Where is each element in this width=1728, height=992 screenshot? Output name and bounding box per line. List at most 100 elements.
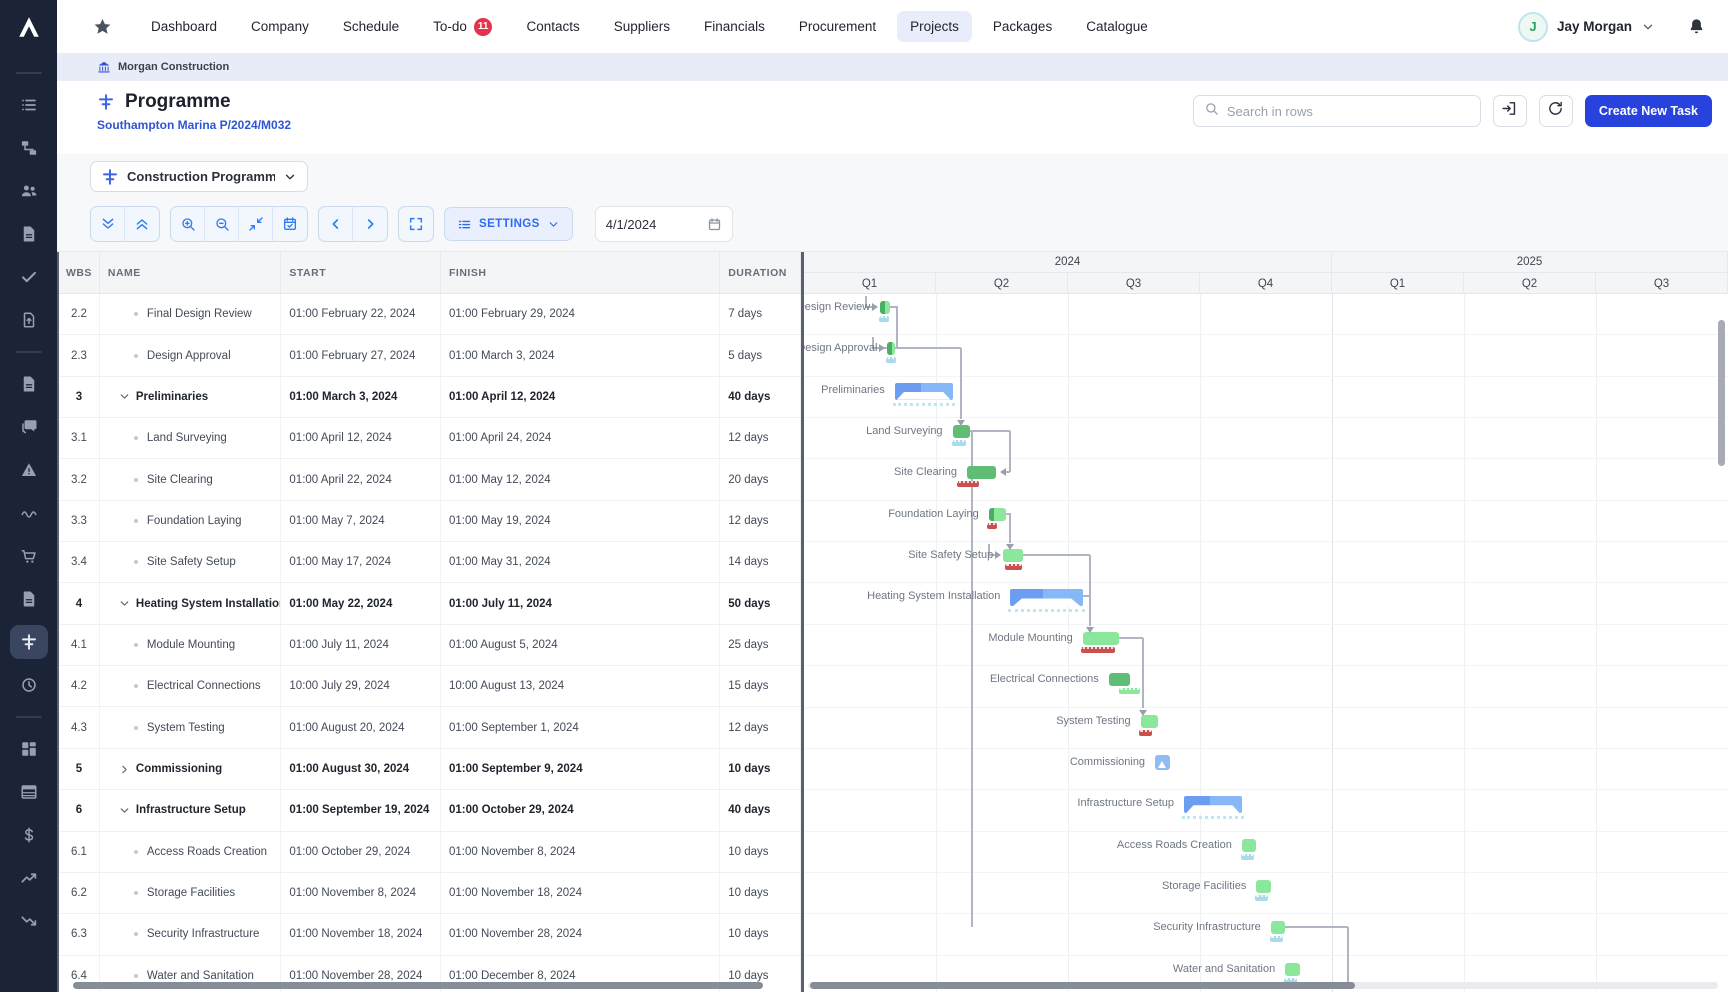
task-name: Foundation Laying	[147, 515, 242, 527]
nav-item-projects[interactable]: Projects	[897, 11, 972, 42]
chevron-down-icon[interactable]	[118, 804, 131, 817]
sidebar-item-document[interactable]	[10, 367, 48, 401]
summary-bar-4[interactable]	[1010, 589, 1082, 606]
task-bar-6.3[interactable]	[1271, 921, 1285, 934]
table-row-4[interactable]: 4Heating System Installation01:00 May 22…	[59, 583, 801, 624]
sidebar-item-dollar[interactable]	[10, 818, 48, 852]
summary-bar-3[interactable]	[895, 383, 953, 400]
sidebar-item-document[interactable]	[10, 582, 48, 616]
sidebar-item-document[interactable]	[10, 217, 48, 251]
task-bar-6.4[interactable]	[1285, 963, 1299, 976]
date-input[interactable]	[606, 217, 696, 232]
chevron-down-icon[interactable]	[118, 597, 131, 610]
sidebar-item-table[interactable]	[10, 775, 48, 809]
table-row-3[interactable]: 3Preliminaries01:00 March 3, 202401:00 A…	[59, 377, 801, 418]
task-bar-6.1[interactable]	[1242, 839, 1256, 852]
table-row-6.1[interactable]: 6.1Access Roads Creation01:00 October 29…	[59, 832, 801, 873]
nav-item-packages[interactable]: Packages	[980, 11, 1065, 42]
sidebar-item-chat[interactable]	[10, 410, 48, 444]
calendar-check-button[interactable]	[273, 207, 307, 241]
nav-item-dashboard[interactable]: Dashboard	[138, 11, 230, 42]
gantt-vertical-scrollbar[interactable]	[1718, 320, 1725, 466]
table-row-3.3[interactable]: 3.3Foundation Laying01:00 May 7, 202401:…	[59, 501, 801, 542]
user-menu[interactable]: J Jay Morgan	[1518, 12, 1655, 42]
sidebar-item-clock[interactable]	[10, 668, 48, 702]
table-row-6[interactable]: 6Infrastructure Setup01:00 September 19,…	[59, 790, 801, 831]
collapsed-summary-marker-5[interactable]	[1155, 755, 1170, 770]
task-bar-6.2[interactable]	[1256, 880, 1270, 893]
expand-all-button[interactable]	[125, 207, 159, 241]
notifications-bell-icon[interactable]	[1687, 17, 1706, 36]
timeline-quarter-2024-Q3: Q3	[1068, 273, 1200, 294]
nav-item-suppliers[interactable]: Suppliers	[601, 11, 683, 42]
app-logo[interactable]	[0, 0, 57, 53]
nav-item-contacts[interactable]: Contacts	[513, 11, 592, 42]
gantt-rowline	[804, 748, 1728, 749]
table-row-6.2[interactable]: 6.2Storage Facilities01:00 November 8, 2…	[59, 873, 801, 914]
sidebar-item-cart[interactable]	[10, 539, 48, 573]
table-row-4.3[interactable]: 4.3System Testing01:00 August 20, 202401…	[59, 708, 801, 749]
task-bar-3.2[interactable]	[967, 466, 996, 479]
collapse-all-button[interactable]	[91, 207, 125, 241]
programme-selector[interactable]: Construction Programm	[90, 161, 308, 192]
nav-item-company[interactable]: Company	[238, 11, 322, 42]
sidebar-item-warning[interactable]	[10, 453, 48, 487]
nav-item-financials[interactable]: Financials	[691, 11, 778, 42]
column-header-duration[interactable]: DURATION	[720, 252, 801, 293]
nav-item-procurement[interactable]: Procurement	[786, 11, 889, 42]
table-row-6.3[interactable]: 6.3Security Infrastructure01:00 November…	[59, 914, 801, 955]
sidebar-item-file-upload[interactable]	[10, 303, 48, 337]
breadcrumb[interactable]: Morgan Construction	[57, 53, 1728, 81]
table-row-3.4[interactable]: 3.4Site Safety Setup01:00 May 17, 202401…	[59, 542, 801, 583]
chevron-right-icon[interactable]	[118, 763, 131, 776]
create-new-task-button[interactable]: Create New Task	[1585, 95, 1712, 127]
table-row-4.1[interactable]: 4.1Module Mounting01:00 July 11, 202401:…	[59, 625, 801, 666]
table-row-2.2[interactable]: 2.2Final Design Review01:00 February 22,…	[59, 294, 801, 335]
zoom-in-button[interactable]	[171, 207, 205, 241]
task-bar-3.3[interactable]	[989, 508, 1006, 521]
chevron-down-icon[interactable]	[118, 390, 131, 403]
project-link[interactable]: Southampton Marina P/2024/M032	[97, 118, 291, 132]
task-name: Water and Sanitation	[147, 970, 254, 982]
sidebar-item-check[interactable]	[10, 260, 48, 294]
pane-splitter[interactable]	[801, 252, 804, 992]
nav-item-to-do[interactable]: To-do11	[420, 10, 505, 44]
search-input[interactable]	[1227, 104, 1470, 119]
sidebar-item-list[interactable]	[10, 88, 48, 122]
sidebar-item-hierarchy[interactable]	[10, 131, 48, 165]
bullet-dot	[134, 726, 138, 730]
export-button[interactable]	[1493, 95, 1527, 127]
nav-item-schedule[interactable]: Schedule	[330, 11, 412, 42]
sidebar-item-users[interactable]	[10, 174, 48, 208]
zoom-to-fit-icon	[248, 216, 264, 232]
refresh-button[interactable]	[1539, 95, 1573, 127]
column-header-finish[interactable]: FINISH	[441, 252, 720, 293]
sidebar-item-activity[interactable]	[10, 496, 48, 530]
chevron-right-button[interactable]	[353, 207, 387, 241]
zoom-out-button[interactable]	[205, 207, 239, 241]
zoom-to-fit-button[interactable]	[239, 207, 273, 241]
table-row-2.3[interactable]: 2.3Design Approval01:00 February 27, 202…	[59, 335, 801, 376]
column-header-name[interactable]: NAME	[100, 252, 282, 293]
sidebar-item-gantt[interactable]	[10, 625, 48, 659]
table-row-3.2[interactable]: 3.2Site Clearing01:00 April 22, 202401:0…	[59, 459, 801, 500]
table-horizontal-scrollbar[interactable]	[73, 982, 763, 989]
summary-bar-6[interactable]	[1184, 796, 1242, 813]
sidebar-item-trend-down[interactable]	[10, 904, 48, 938]
column-header-start[interactable]: START	[281, 252, 441, 293]
baseline-bar-blue	[1270, 936, 1283, 942]
fullscreen-button[interactable]	[399, 207, 433, 241]
sidebar-item-trend-up[interactable]	[10, 861, 48, 895]
table-row-4.2[interactable]: 4.2Electrical Connections10:00 July 29, …	[59, 666, 801, 707]
sidebar-item-grid[interactable]	[10, 732, 48, 766]
gantt-horizontal-scrollbar[interactable]	[810, 982, 1355, 989]
nav-item-catalogue[interactable]: Catalogue	[1073, 11, 1161, 42]
settings-button[interactable]: SETTINGS	[444, 207, 573, 241]
table-row-3.1[interactable]: 3.1Land Surveying01:00 April 12, 202401:…	[59, 418, 801, 459]
table-row-5[interactable]: 5Commissioning01:00 August 30, 202401:00…	[59, 749, 801, 790]
chevron-left-button[interactable]	[319, 207, 353, 241]
favorite-star-icon[interactable]	[93, 17, 112, 36]
column-header-wbs[interactable]: WBS	[59, 252, 100, 293]
cell-duration: 40 days	[720, 790, 801, 830]
task-bar-4.2[interactable]	[1109, 673, 1131, 686]
